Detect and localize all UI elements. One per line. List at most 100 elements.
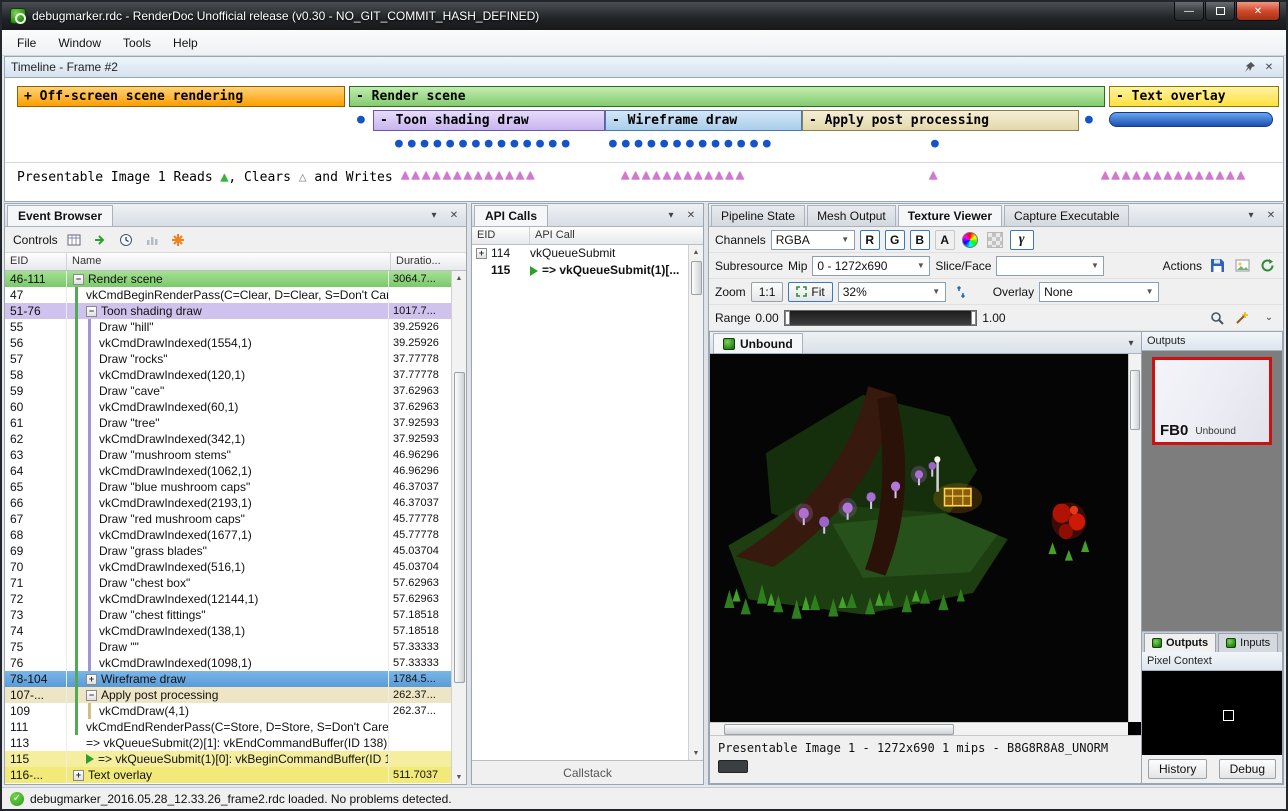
expander-icon[interactable]: − xyxy=(86,306,97,317)
range-black-point-handle[interactable] xyxy=(785,311,790,325)
tab-texture-viewer[interactable]: Texture Viewer xyxy=(898,205,1002,226)
table-row[interactable]: 61 Draw "tree" 37.92593 xyxy=(5,415,451,431)
refresh-icon[interactable] xyxy=(1257,256,1277,276)
table-row[interactable]: 72 vkCmdDrawIndexed(12144,1) 57.62963 xyxy=(5,591,451,607)
table-row[interactable]: 76 vkCmdDrawIndexed(1098,1) 57.33333 xyxy=(5,655,451,671)
timeline-bar-wireframe[interactable]: - Wireframe draw xyxy=(605,110,802,131)
pin-icon[interactable] xyxy=(1241,60,1257,74)
timeline-usage-markers[interactable]: ▲▲▲▲▲▲▲▲▲▲▲▲ xyxy=(621,168,746,183)
table-row[interactable]: 47 vkCmdBeginRenderPass(C=Clear, D=Clear… xyxy=(5,287,451,303)
range-min-value[interactable]: 0.00 xyxy=(755,311,778,325)
callstack-section[interactable]: Callstack xyxy=(472,760,703,784)
colorwheel-icon[interactable] xyxy=(960,230,980,250)
event-column-header[interactable]: EID Name Duratio... xyxy=(5,253,466,271)
table-row[interactable]: 73 Draw "chest fittings" 57.18518 xyxy=(5,607,451,623)
chevron-down-icon[interactable]: ▾ xyxy=(663,208,679,222)
table-row[interactable]: 113 => vkQueueSubmit(2)[1]: vkEndCommand… xyxy=(5,735,451,751)
zoom-level-select[interactable]: 32%▼ xyxy=(838,282,946,302)
timeline-draw-dots[interactable]: ● xyxy=(357,113,370,126)
texture-canvas[interactable] xyxy=(710,354,1141,735)
table-row[interactable]: 57 Draw "rocks" 37.77778 xyxy=(5,351,451,367)
table-row[interactable]: 71 Draw "chest box" 57.62963 xyxy=(5,575,451,591)
table-row[interactable]: 78-104 + Wireframe draw 1784.5... xyxy=(5,671,451,687)
gamma-button[interactable]: γ xyxy=(1010,230,1034,250)
tab-api-calls[interactable]: API Calls xyxy=(474,205,548,226)
pixel-context-view[interactable] xyxy=(1142,671,1282,755)
goto-eid-icon[interactable] xyxy=(90,230,110,250)
close-icon[interactable]: ✕ xyxy=(1263,208,1279,222)
scroll-down-icon[interactable]: ▼ xyxy=(453,770,466,784)
table-row[interactable]: 65 Draw "blue mushroom caps" 46.37037 xyxy=(5,479,451,495)
tab-outputs[interactable]: Outputs xyxy=(1144,633,1216,652)
timeline-bar-render-scene[interactable]: - Render scene xyxy=(349,86,1105,107)
table-row[interactable]: 109 vkCmdDraw(4,1) 262.37... xyxy=(5,703,451,719)
scroll-up-icon[interactable]: ▲ xyxy=(453,271,466,285)
preview-horizontal-scrollbar[interactable] xyxy=(710,722,1128,735)
table-row[interactable]: 51-76 − Toon shading draw 1017.7... xyxy=(5,303,451,319)
table-row[interactable]: 58 vkCmdDrawIndexed(120,1) 37.77778 xyxy=(5,367,451,383)
expander-icon[interactable]: + xyxy=(73,770,84,781)
table-row[interactable]: 46-111 − Render scene 3064.7... xyxy=(5,271,451,287)
table-row[interactable]: 62 vkCmdDrawIndexed(342,1) 37.92593 xyxy=(5,431,451,447)
magnifier-icon[interactable] xyxy=(1207,308,1227,328)
menu-item-file[interactable]: File xyxy=(6,32,47,54)
blue-channel-button[interactable]: B xyxy=(910,230,930,250)
table-row[interactable]: 59 Draw "cave" 37.62963 xyxy=(5,383,451,399)
zoom-1to1-button[interactable]: 1:1 xyxy=(751,282,784,302)
table-row[interactable]: 116-... + Text overlay 511.7037 xyxy=(5,767,451,783)
minimize-button[interactable]: — xyxy=(1174,2,1204,21)
api-call-row[interactable]: + 114 vkQueueSubmit xyxy=(472,245,688,262)
settings-icon[interactable] xyxy=(168,230,188,250)
menu-item-window[interactable]: Window xyxy=(47,32,112,54)
stats-icon[interactable] xyxy=(142,230,162,250)
close-icon[interactable]: ✕ xyxy=(683,208,699,222)
timeline-usage-markers[interactable]: ▲ xyxy=(929,168,939,183)
timeline-usage-markers[interactable]: ▲▲▲▲▲▲▲▲▲▲▲▲▲▲ xyxy=(1101,168,1247,183)
mip-select[interactable]: 0 - 1272x690▼ xyxy=(812,256,930,276)
save-image-icon[interactable] xyxy=(1232,256,1252,276)
table-row[interactable]: 111 vkCmdEndRenderPass(C=Store, D=Store,… xyxy=(5,719,451,735)
timeline-draw-dots[interactable]: ●●●●●●●●●●●●● xyxy=(609,137,776,150)
sliceface-select[interactable]: ▼ xyxy=(996,256,1104,276)
scroll-down-icon[interactable]: ▼ xyxy=(690,746,703,760)
tab-pipeline-state[interactable]: Pipeline State xyxy=(711,205,805,226)
api-calls-scrollbar[interactable]: ▲ ▼ xyxy=(688,245,703,760)
table-row[interactable]: 56 vkCmdDrawIndexed(1554,1) 39.25926 xyxy=(5,335,451,351)
fit-button[interactable]: Fit xyxy=(788,282,832,302)
close-icon[interactable]: ✕ xyxy=(446,208,462,222)
flip-y-icon[interactable] xyxy=(951,282,971,302)
expander-icon[interactable]: + xyxy=(476,248,487,259)
alpha-channel-button[interactable]: A xyxy=(935,230,955,250)
table-row[interactable]: 70 vkCmdDrawIndexed(516,1) 45.03704 xyxy=(5,559,451,575)
api-column-header[interactable]: EID API Call xyxy=(472,227,703,245)
timeline-usage-markers[interactable]: ▲▲▲▲▲▲▲▲▲▲▲▲▲ xyxy=(401,168,537,183)
range-slider[interactable] xyxy=(784,310,977,326)
table-row[interactable]: 64 vkCmdDrawIndexed(1062,1) 46.96296 xyxy=(5,463,451,479)
menu-item-help[interactable]: Help xyxy=(162,32,209,54)
timeline-draw-dots[interactable]: ● xyxy=(931,137,944,150)
tab-mesh-output[interactable]: Mesh Output xyxy=(807,205,896,226)
close-icon[interactable]: ✕ xyxy=(1261,60,1277,74)
table-row[interactable]: 74 vkCmdDrawIndexed(138,1) 57.18518 xyxy=(5,623,451,639)
chevron-down-icon[interactable]: ▾ xyxy=(1243,208,1259,222)
tab-event-browser[interactable]: Event Browser xyxy=(7,205,113,226)
table-row[interactable]: 107-... − Apply post processing 262.37..… xyxy=(5,687,451,703)
range-max-value[interactable]: 1.00 xyxy=(982,311,1005,325)
table-row[interactable]: 60 vkCmdDrawIndexed(60,1) 37.62963 xyxy=(5,399,451,415)
close-button[interactable]: ✕ xyxy=(1236,2,1280,21)
table-row[interactable]: 67 Draw "red mushroom caps" 45.77778 xyxy=(5,511,451,527)
table-row[interactable]: 115 => vkQueueSubmit(1)[0]: vkBeginComma… xyxy=(5,751,451,767)
clock-icon[interactable] xyxy=(116,230,136,250)
timeline-bar-text-overlay[interactable]: - Text overlay xyxy=(1109,86,1279,107)
checkerboard-icon[interactable] xyxy=(985,230,1005,250)
preview-vertical-scrollbar[interactable] xyxy=(1128,354,1141,722)
timeline-bar-offscreen[interactable]: + Off-screen scene rendering xyxy=(17,86,345,107)
chevron-down-icon[interactable]: ▾ xyxy=(426,208,442,222)
timeline-bar-post-processing[interactable]: - Apply post processing xyxy=(802,110,1079,131)
table-row[interactable]: 55 Draw "hill" 39.25926 xyxy=(5,319,451,335)
maximize-button[interactable] xyxy=(1205,2,1235,21)
table-row[interactable]: 75 Draw "" 57.33333 xyxy=(5,639,451,655)
timeline-body[interactable]: + Off-screen scene rendering - Render sc… xyxy=(5,78,1283,201)
tab-unbound[interactable]: Unbound xyxy=(713,333,803,353)
timeline-draw-dots[interactable]: ●●●●●●●●●●●●●● xyxy=(395,137,575,150)
